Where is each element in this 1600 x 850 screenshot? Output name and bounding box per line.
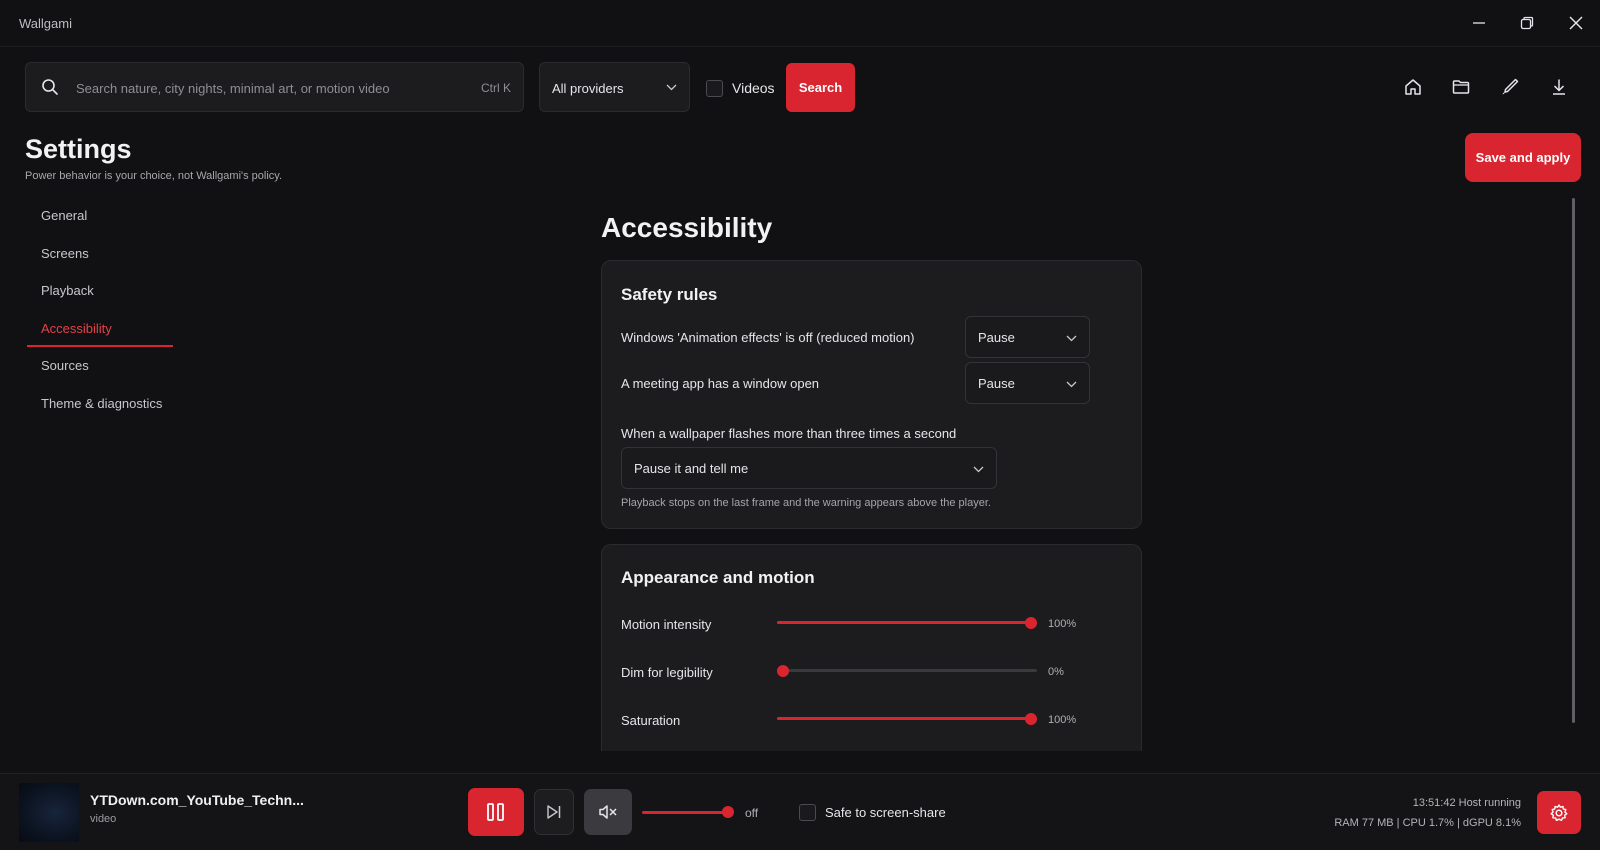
safety-rules-card: Safety rules Windows 'Animation effects'…	[601, 260, 1142, 529]
slider-track	[777, 669, 1037, 672]
mute-button[interactable]	[584, 789, 632, 835]
screen-share-label: Safe to screen-share	[825, 805, 946, 820]
settings-button[interactable]	[1537, 791, 1581, 834]
slider-label: Dim for legibility	[621, 665, 713, 680]
dropdown-value: Pause	[978, 376, 1015, 391]
slider-fill	[777, 717, 1031, 720]
pause-button[interactable]	[468, 788, 524, 836]
nav-item-sources[interactable]: Sources	[41, 358, 89, 373]
skip-next-icon	[545, 804, 563, 820]
flash-hint: Playback stops on the last frame and the…	[621, 497, 991, 509]
dim-for-legibility-slider[interactable]	[777, 663, 1037, 679]
minimize-button[interactable]	[1468, 12, 1490, 34]
nav-active-indicator	[27, 345, 173, 347]
slider-label: Motion intensity	[621, 617, 712, 632]
restore-icon	[1520, 16, 1534, 30]
provider-value: All providers	[552, 81, 624, 96]
close-icon	[1569, 16, 1583, 30]
nav-item-theme-diagnostics[interactable]: Theme & diagnostics	[41, 396, 162, 411]
nav-item-screens[interactable]: Screens	[41, 246, 89, 261]
videos-label: Videos	[732, 80, 775, 96]
pause-icon	[485, 802, 507, 822]
nav-item-playback[interactable]: Playback	[41, 283, 94, 298]
scrollbar[interactable]	[1572, 198, 1575, 723]
close-button[interactable]	[1565, 12, 1587, 34]
minimize-icon	[1472, 16, 1486, 30]
brush-icon	[1500, 77, 1520, 97]
download-button[interactable]	[1548, 76, 1570, 98]
slider-knob[interactable]	[1025, 617, 1037, 629]
download-icon	[1549, 77, 1569, 97]
volume-slider[interactable]	[642, 811, 728, 814]
provider-select[interactable]: All providers	[539, 62, 690, 112]
folder-button[interactable]	[1450, 76, 1472, 98]
dropdown-value: Pause it and tell me	[634, 461, 749, 476]
chevron-down-icon	[1066, 380, 1077, 388]
brush-button[interactable]	[1499, 76, 1521, 98]
nav-item-accessibility[interactable]: Accessibility	[41, 321, 112, 336]
card-title: Appearance and motion	[621, 568, 815, 587]
dropdown-value: Pause	[978, 330, 1015, 345]
nav-item-general[interactable]: General	[41, 208, 87, 223]
card-title: Safety rules	[621, 285, 718, 304]
page-subtitle: Power behavior is your choice, not Wallg…	[25, 170, 283, 182]
chevron-down-icon	[1066, 334, 1077, 342]
volume-label: off	[745, 806, 759, 820]
save-and-apply-button[interactable]: Save and apply	[1465, 133, 1581, 182]
app-title: Wallgami	[19, 16, 72, 31]
search-button[interactable]: Search	[786, 63, 855, 112]
slider-knob[interactable]	[1025, 713, 1037, 725]
page-title: Settings	[25, 134, 132, 164]
home-icon	[1403, 77, 1423, 97]
slider-label: Saturation	[621, 713, 681, 728]
resource-usage: RAM 77 MB | CPU 1.7% | dGPU 8.1%	[1334, 817, 1521, 829]
chevron-down-icon	[666, 83, 677, 91]
media-title: YTDown.com_YouTube_Techn...	[90, 792, 304, 808]
volume-mute-icon	[598, 804, 618, 820]
flash-label: When a wallpaper flashes more than three…	[621, 426, 957, 441]
media-thumbnail[interactable]	[19, 783, 79, 842]
appearance-motion-card: Appearance and motion Motion intensity 1…	[601, 544, 1142, 751]
rule-label: A meeting app has a window open	[621, 376, 820, 391]
slider-fill	[777, 621, 1031, 624]
meeting-app-dropdown[interactable]: Pause	[965, 362, 1090, 404]
home-button[interactable]	[1402, 76, 1424, 98]
next-button[interactable]	[534, 789, 574, 835]
media-type: video	[90, 813, 117, 825]
volume-knob[interactable]	[722, 806, 734, 818]
flash-dropdown[interactable]: Pause it and tell me	[621, 447, 997, 489]
saturation-slider[interactable]	[777, 711, 1037, 727]
screen-share-checkbox[interactable]	[799, 804, 816, 821]
reduced-motion-dropdown[interactable]: Pause	[965, 316, 1090, 358]
restore-button[interactable]	[1516, 12, 1538, 34]
slider-knob[interactable]	[777, 665, 789, 677]
folder-icon	[1451, 77, 1471, 97]
search-placeholder: Search nature, city nights, minimal art,…	[76, 81, 390, 96]
search-shortcut: Ctrl K	[481, 81, 511, 95]
chevron-down-icon	[973, 465, 984, 473]
title-bar	[0, 0, 1600, 47]
search-input[interactable]: Search nature, city nights, minimal art,…	[25, 62, 524, 112]
slider-value: 100%	[1048, 714, 1077, 726]
videos-checkbox[interactable]	[706, 80, 723, 97]
section-title: Accessibility	[601, 212, 773, 243]
rule-label: Windows 'Animation effects' is off (redu…	[621, 330, 915, 345]
search-icon	[41, 78, 59, 96]
gear-icon	[1549, 803, 1569, 823]
slider-value: 0%	[1048, 666, 1064, 678]
motion-intensity-slider[interactable]	[777, 615, 1037, 631]
slider-value: 100%	[1048, 618, 1077, 630]
host-status: 13:51:42 Host running	[1412, 797, 1521, 809]
